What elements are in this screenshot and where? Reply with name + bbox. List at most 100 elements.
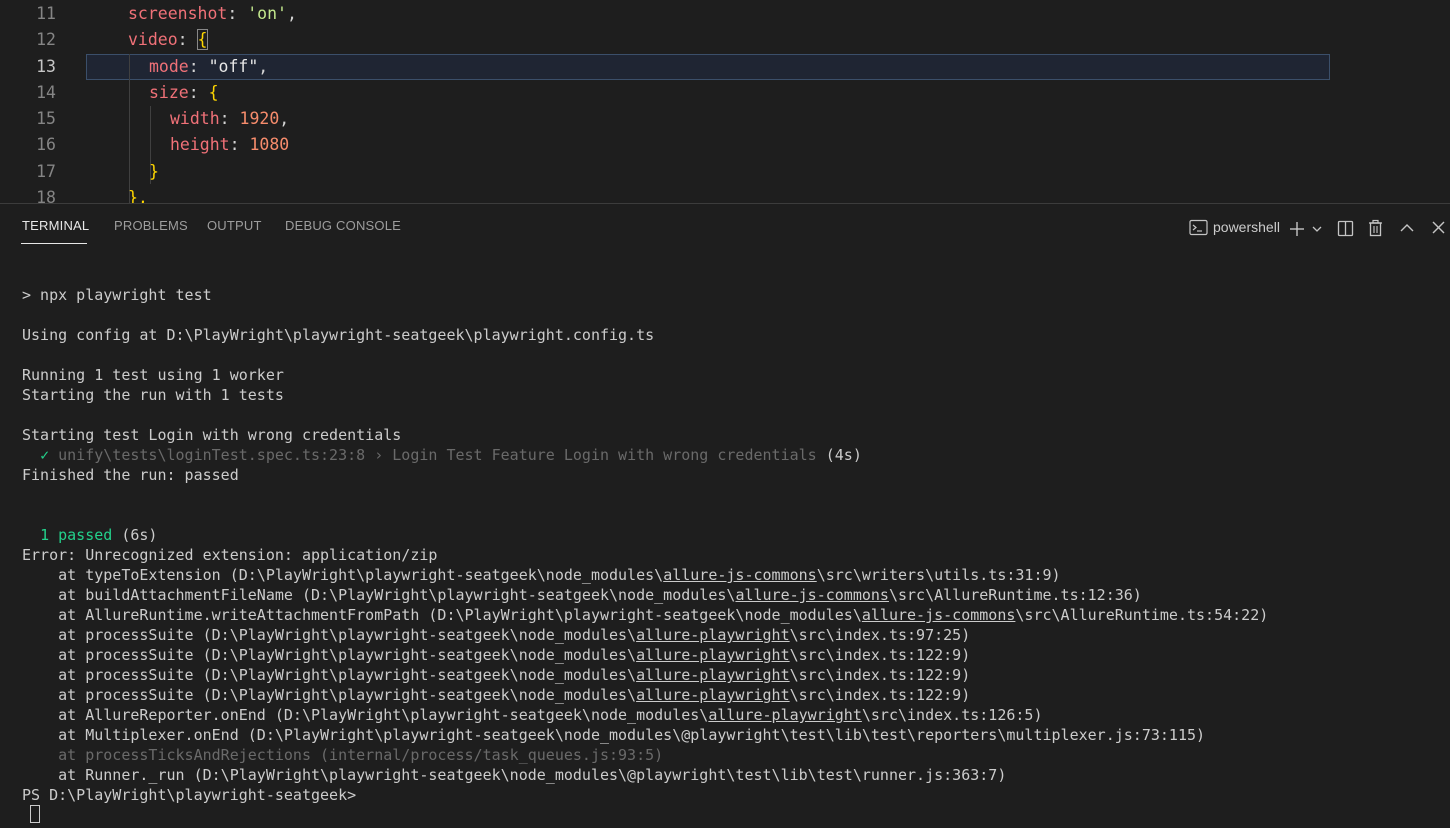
terminal-line: at processTicksAndRejections (internal/p…	[22, 745, 663, 765]
line-number: 15	[36, 109, 56, 128]
code-text: mode: "off",	[149, 54, 268, 80]
check-icon: ✓	[40, 446, 50, 464]
code-token: :	[188, 83, 209, 102]
code-token: screenshot	[128, 4, 228, 23]
code-line: 12 video: {	[0, 27, 1450, 53]
terminal-line: at buildAttachmentFileName (D:\PlayWrigh…	[22, 585, 1142, 605]
code-token: :	[227, 4, 248, 23]
line-number: 12	[36, 30, 56, 49]
terminal-line: PS D:\PlayWright\playwright-seatgeek>	[22, 786, 357, 804]
code-token: 1920	[239, 109, 280, 128]
code-text: },	[128, 185, 148, 203]
stack-frame-prefix: at processSuite (D:\PlayWright\playwrigh…	[22, 686, 637, 704]
line-number: 14	[36, 83, 56, 102]
code-token: ,	[286, 4, 297, 23]
stack-frame-prefix: at processSuite (D:\PlayWright\playwrigh…	[22, 646, 637, 664]
stack-frame-prefix: at typeToExtension (D:\PlayWright\playwr…	[22, 566, 664, 584]
code-token: },	[128, 188, 148, 203]
terminal-line: Finished the run: passed	[22, 466, 239, 484]
terminal-line: at processSuite (D:\PlayWright\playwrigh…	[22, 685, 970, 705]
module-link[interactable]: allure-playwright	[636, 646, 790, 664]
code-token: }	[149, 162, 159, 181]
code-line: 15 width: 1920,	[0, 106, 1450, 132]
terminal-line: at processSuite (D:\PlayWright\playwrigh…	[22, 645, 970, 665]
run-duration: (6s)	[112, 526, 158, 544]
terminal-line: at AllureRuntime.writeAttachmentFromPath…	[22, 605, 1268, 625]
code-text: }	[149, 159, 159, 185]
new-terminal-plus-icon[interactable]	[1288, 220, 1306, 238]
code-line: 17}	[0, 159, 1450, 185]
terminal-icon	[1189, 219, 1208, 236]
maximize-panel-chevron-up-icon[interactable]	[1399, 222, 1415, 234]
code-text: width: 1920,	[170, 106, 289, 132]
terminal-line: ✓ unify\tests\loginTest.spec.ts:23:8 › L…	[22, 445, 862, 465]
code-token: 1080	[249, 135, 290, 154]
code-line: 11 screenshot: 'on',	[0, 1, 1450, 27]
stack-frame-suffix: \src\writers\utils.ts:31:9)	[816, 566, 1061, 584]
terminal-line: at processSuite (D:\PlayWright\playwrigh…	[22, 625, 970, 645]
code-text: size: {	[149, 80, 219, 106]
terminal-line: at processSuite (D:\PlayWright\playwrigh…	[22, 665, 970, 685]
module-link[interactable]: allure-js-commons	[862, 606, 1016, 624]
chevron-down-icon[interactable]	[1311, 224, 1323, 234]
code-line: 18},	[0, 185, 1450, 203]
module-link[interactable]: allure-js-commons	[663, 566, 817, 584]
code-token: ,	[279, 109, 290, 128]
active-tab-indicator	[21, 243, 87, 244]
line-number: 11	[36, 4, 56, 23]
code-token: mode	[149, 57, 189, 76]
stack-frame-prefix: at AllureRuntime.writeAttachmentFromPath…	[22, 606, 862, 624]
terminal-line: Running 1 test using 1 worker	[22, 366, 284, 384]
tab-debug-console[interactable]: DEBUG CONSOLE	[285, 218, 401, 233]
internal-stack-frame: at processTicksAndRejections (internal/p…	[22, 746, 664, 764]
terminal-line: at AllureReporter.onEnd (D:\PlayWright\p…	[22, 705, 1043, 725]
test-duration: (4s)	[816, 446, 862, 464]
stack-frame-suffix: \src\index.ts:122:9)	[789, 686, 971, 704]
terminal-line: at Runner._run (D:\PlayWright\playwright…	[22, 766, 1007, 784]
code-token: {	[196, 29, 209, 50]
terminal-cursor	[30, 805, 40, 823]
module-link[interactable]: allure-playwright	[636, 666, 790, 684]
close-panel-icon[interactable]	[1431, 220, 1446, 235]
code-line: 14 size: {	[0, 80, 1450, 106]
stack-frame-suffix: \src\index.ts:122:9)	[789, 646, 971, 664]
terminal-line: at Multiplexer.onEnd (D:\PlayWright\play…	[22, 726, 1206, 744]
shell-name: powershell	[1213, 219, 1280, 235]
terminal-line: Error: Unrecognized extension: applicati…	[22, 546, 438, 564]
terminal-line: 1 passed (6s)	[22, 525, 157, 545]
module-link[interactable]: allure-playwright	[708, 706, 862, 724]
passed-count: 1 passed	[40, 526, 113, 544]
code-token: :	[219, 109, 240, 128]
code-token: :	[188, 57, 209, 76]
code-token: width	[170, 109, 220, 128]
terminal-line: Using config at D:\PlayWright\playwright…	[22, 326, 655, 344]
code-text: height: 1080	[170, 132, 289, 158]
code-text: video: {	[128, 27, 209, 53]
stack-frame-prefix: at processSuite (D:\PlayWright\playwrigh…	[22, 626, 637, 644]
code-editor[interactable]: 11 screenshot: 'on', 12 video: {13 mode: "of…	[0, 0, 1450, 203]
code-token: height	[170, 135, 230, 154]
module-link[interactable]: allure-playwright	[636, 686, 790, 704]
trash-icon[interactable]	[1367, 219, 1384, 237]
tab-terminal[interactable]: TERMINAL	[22, 218, 89, 233]
stack-frame-suffix: \src\index.ts:122:9)	[789, 666, 971, 684]
tab-output[interactable]: OUTPUT	[207, 218, 262, 233]
terminal-line: > npx playwright test	[22, 286, 212, 304]
line-number: 17	[36, 162, 56, 181]
line-number: 18	[36, 188, 56, 203]
code-token: :	[177, 30, 198, 49]
terminal-line: Starting test Login with wrong credentia…	[22, 426, 402, 444]
panel-tab-bar: TERMINAL PROBLEMS OUTPUT DEBUG CONSOLE p…	[0, 204, 1450, 248]
module-link[interactable]: allure-playwright	[636, 626, 790, 644]
code-line: 13 mode: "off",	[0, 54, 1450, 80]
stack-frame-suffix: \src\index.ts:126:5)	[861, 706, 1043, 724]
split-terminal-icon[interactable]	[1337, 220, 1354, 237]
stack-frame-prefix: at buildAttachmentFileName (D:\PlayWrigh…	[22, 586, 736, 604]
code-text: screenshot: 'on',	[128, 1, 297, 27]
line-number: 13	[36, 57, 56, 76]
tab-problems[interactable]: PROBLEMS	[114, 218, 188, 233]
stack-frame-suffix: \src\index.ts:97:25)	[789, 626, 971, 644]
code-token: video	[128, 30, 178, 49]
code-token: :	[229, 135, 250, 154]
module-link[interactable]: allure-js-commons	[735, 586, 889, 604]
